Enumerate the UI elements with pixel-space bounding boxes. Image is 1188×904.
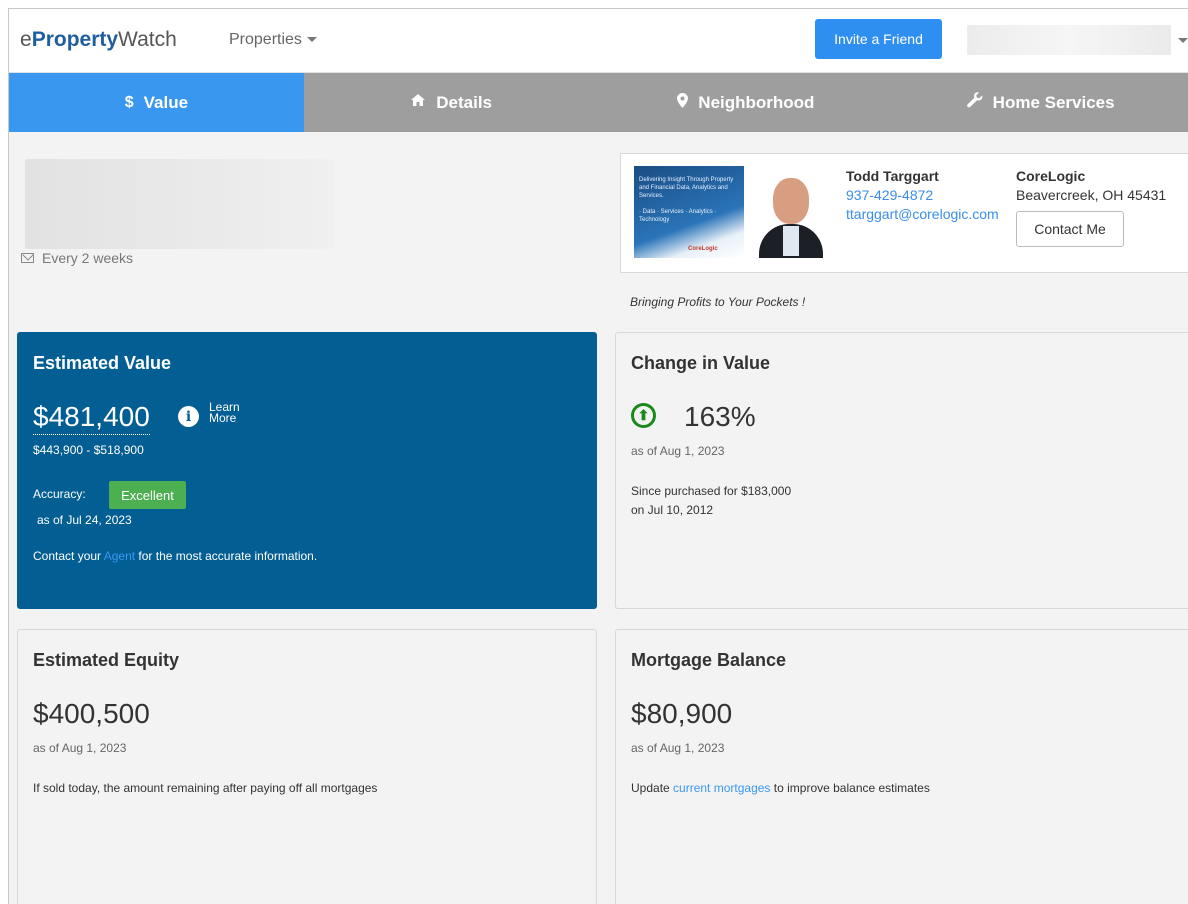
accuracy-badge: Excellent xyxy=(109,481,186,509)
value-range: $443,900 - $518,900 xyxy=(33,443,144,457)
logo-suffix: Watch xyxy=(118,28,177,51)
top-navbar: ePropertyWatch Properties Invite a Frien… xyxy=(9,9,1188,73)
app-frame: ePropertyWatch Properties Invite a Frien… xyxy=(8,8,1188,904)
agent-name: Todd Targgart xyxy=(846,168,939,184)
logo[interactable]: ePropertyWatch xyxy=(20,28,177,52)
mortgage-update-text: Update current mortgages to improve bala… xyxy=(631,781,930,795)
main-tabs: $ Value Details Neighborhood Home Service… xyxy=(9,73,1188,132)
frequency-label: Every 2 weeks xyxy=(42,250,134,266)
chevron-down-icon xyxy=(306,37,317,43)
contact-me-button[interactable]: Contact Me xyxy=(1016,211,1124,247)
agent-photo xyxy=(755,166,827,258)
tab-neighborhood-label: Neighborhood xyxy=(698,92,815,112)
purchase-line: Since purchased for $183,000 xyxy=(631,484,792,498)
ad-logo: CoreLogic xyxy=(688,246,718,252)
properties-label: Properties xyxy=(229,31,302,48)
agent-company: CoreLogic xyxy=(1016,168,1086,184)
purchase-date: on Jul 10, 2012 xyxy=(631,503,714,517)
contact-prefix: Contact your xyxy=(33,549,102,563)
map-marker-icon xyxy=(677,92,689,113)
tab-details[interactable]: Details xyxy=(304,73,599,132)
card-title: Estimated Equity xyxy=(33,650,180,670)
logo-prefix: e xyxy=(20,28,32,51)
home-icon xyxy=(410,93,426,112)
estimated-equity-card: Estimated Equity $400,500 as of Aug 1, 2… xyxy=(17,629,597,904)
photo-shirt xyxy=(783,226,799,256)
card-title: Change in Value xyxy=(631,353,771,373)
alert-frequency[interactable]: Every 2 weeks xyxy=(21,250,133,266)
card-title: Mortgage Balance xyxy=(631,650,787,670)
equity-as-of: as of Aug 1, 2023 xyxy=(33,741,127,755)
ad-text: Delivering Insight Through Property and … xyxy=(639,176,739,224)
estimated-value-amount[interactable]: $481,400 xyxy=(33,401,150,435)
mortgage-amount: $80,900 xyxy=(631,698,733,729)
update-suffix: to improve balance estimates xyxy=(773,781,930,795)
user-dropdown[interactable] xyxy=(967,25,1171,55)
invite-friend-button[interactable]: Invite a Friend xyxy=(815,19,942,59)
properties-menu[interactable]: Properties xyxy=(229,31,317,49)
agent-location: Beavercreek, OH 45431 xyxy=(1016,187,1167,203)
learn-more-link[interactable]: Learn More xyxy=(209,401,249,424)
tab-home-services-label: Home Services xyxy=(992,92,1115,112)
tab-home-services[interactable]: Home Services xyxy=(893,73,1188,132)
tab-neighborhood[interactable]: Neighborhood xyxy=(599,73,894,132)
change-in-value-card: Change in Value ⬆ 163% as of Aug 1, 2023… xyxy=(615,332,1188,609)
mortgage-balance-card: Mortgage Balance $80,900 as of Aug 1, 20… xyxy=(615,629,1188,904)
tab-value[interactable]: $ Value xyxy=(9,73,304,132)
arrow-up-circle-icon: ⬆ xyxy=(631,403,656,428)
ad-headline: Delivering Insight Through Property and … xyxy=(639,177,734,199)
agent-email-link[interactable]: ttarggart@corelogic.com xyxy=(846,206,999,222)
agent-slogan: Bringing Profits to Your Pockets ! xyxy=(630,295,806,309)
property-subheader: Every 2 weeks Delivering Insight Through… xyxy=(9,132,1188,319)
wrench-icon xyxy=(966,92,983,113)
equity-description: If sold today, the amount remaining afte… xyxy=(33,781,378,795)
user-chevron-down-icon[interactable] xyxy=(1178,38,1188,43)
corelogic-ad-image: Delivering Insight Through Property and … xyxy=(634,166,744,258)
photo-head xyxy=(773,178,809,224)
ad-items: · Data · Services · Analytics · Technolo… xyxy=(639,209,717,223)
card-title: Estimated Value xyxy=(33,353,172,373)
envelope-icon xyxy=(21,253,34,263)
dollar-icon: $ xyxy=(124,93,134,111)
mortgage-as-of: as of Aug 1, 2023 xyxy=(631,741,725,755)
tab-value-label: Value xyxy=(143,92,189,112)
value-as-of: as of Jul 24, 2023 xyxy=(37,513,132,527)
change-percent: 163% xyxy=(684,401,756,432)
tab-details-label: Details xyxy=(436,92,492,112)
current-mortgages-link[interactable]: current mortgages xyxy=(673,781,770,795)
equity-amount: $400,500 xyxy=(33,698,150,729)
estimated-value-card: Estimated Value $481,400 i Learn More $4… xyxy=(17,332,597,609)
agent-card: Delivering Insight Through Property and … xyxy=(620,153,1188,273)
logo-bold: Property xyxy=(31,28,119,51)
property-address-blurred xyxy=(25,159,334,249)
agent-phone-link[interactable]: 937-429-4872 xyxy=(846,187,933,203)
accuracy-label: Accuracy: xyxy=(33,487,86,501)
info-icon[interactable]: i xyxy=(178,406,199,427)
change-as-of: as of Aug 1, 2023 xyxy=(631,444,725,458)
agent-link[interactable]: Agent xyxy=(104,549,135,563)
contact-agent-text: Contact your Agent for the most accurate… xyxy=(33,549,317,563)
contact-suffix: for the most accurate information. xyxy=(138,549,318,563)
update-prefix: Update xyxy=(631,781,670,795)
